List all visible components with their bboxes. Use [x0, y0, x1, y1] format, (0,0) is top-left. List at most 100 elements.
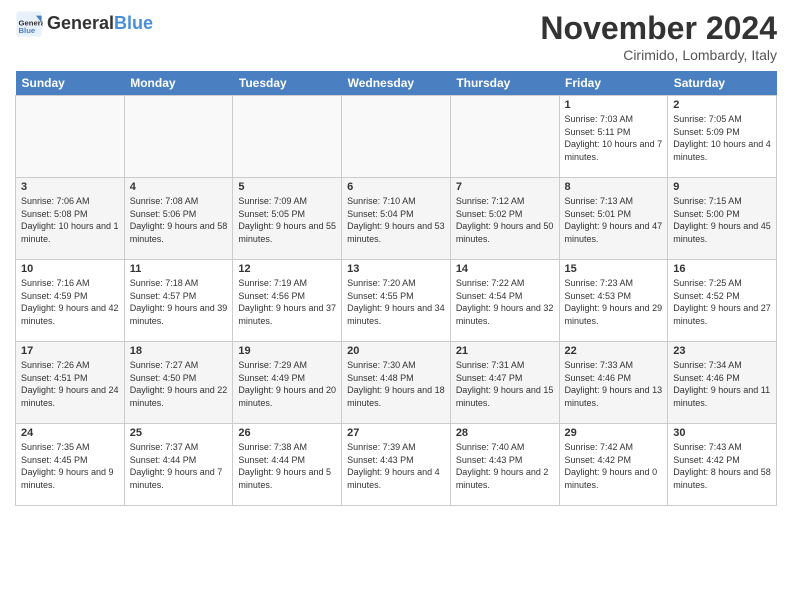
day-info: Sunrise: 7:10 AM Sunset: 5:04 PM Dayligh…	[347, 195, 445, 245]
day-number: 12	[238, 263, 336, 275]
day-number: 8	[565, 181, 663, 193]
calendar-cell: 2Sunrise: 7:05 AM Sunset: 5:09 PM Daylig…	[668, 96, 777, 178]
calendar-cell	[342, 96, 451, 178]
header-row: Sunday Monday Tuesday Wednesday Thursday…	[16, 71, 777, 96]
day-info: Sunrise: 7:31 AM Sunset: 4:47 PM Dayligh…	[456, 359, 554, 409]
calendar-cell: 16Sunrise: 7:25 AM Sunset: 4:52 PM Dayli…	[668, 260, 777, 342]
logo-icon: General Blue	[15, 10, 43, 38]
calendar-cell: 13 Sunrise: 7:20 AM Sunset: 4:55 PM Dayli…	[342, 260, 451, 342]
day-info: Sunrise: 7:20 AM Sunset: 4:55 PM Dayligh…	[347, 277, 445, 327]
day-info: Sunrise: 7:39 AM Sunset: 4:43 PM Dayligh…	[347, 441, 445, 491]
day-number: 26	[238, 427, 336, 439]
day-number: 4	[130, 181, 228, 193]
col-wednesday: Wednesday	[342, 71, 451, 96]
calendar-week-3: 10Sunrise: 7:16 AM Sunset: 4:59 PM Dayli…	[16, 260, 777, 342]
calendar-week-5: 24 Sunrise: 7:35 AM Sunset: 4:45 PM Dayli…	[16, 424, 777, 506]
main-container: General Blue GeneralBlue November 2024 C…	[0, 0, 792, 511]
calendar-table: Sunday Monday Tuesday Wednesday Thursday…	[15, 71, 777, 506]
day-number: 24	[21, 427, 119, 439]
calendar-cell: 30Sunrise: 7:43 AM Sunset: 4:42 PM Dayli…	[668, 424, 777, 506]
day-info: Sunrise: 7:35 AM Sunset: 4:45 PM Dayligh…	[21, 441, 119, 491]
day-info: Sunrise: 7:43 AM Sunset: 4:42 PM Dayligh…	[673, 441, 771, 491]
calendar-cell: 1 Sunrise: 7:03 AM Sunset: 5:11 PM Daylig…	[559, 96, 668, 178]
calendar-cell: 21 Sunrise: 7:31 AM Sunset: 4:47 PM Dayli…	[450, 342, 559, 424]
calendar-week-4: 17 Sunrise: 7:26 AM Sunset: 4:51 PM Dayli…	[16, 342, 777, 424]
calendar-cell: 15 Sunrise: 7:23 AM Sunset: 4:53 PM Dayli…	[559, 260, 668, 342]
calendar-week-1: 1 Sunrise: 7:03 AM Sunset: 5:11 PM Daylig…	[16, 96, 777, 178]
day-info: Sunrise: 7:23 AM Sunset: 4:53 PM Dayligh…	[565, 277, 663, 327]
day-info: Sunrise: 7:42 AM Sunset: 4:42 PM Dayligh…	[565, 441, 663, 491]
day-info: Sunrise: 7:05 AM Sunset: 5:09 PM Dayligh…	[673, 113, 771, 163]
day-info: Sunrise: 7:12 AM Sunset: 5:02 PM Dayligh…	[456, 195, 554, 245]
logo: General Blue GeneralBlue	[15, 10, 153, 38]
day-info: Sunrise: 7:40 AM Sunset: 4:43 PM Dayligh…	[456, 441, 554, 491]
calendar-cell	[16, 96, 125, 178]
day-number: 7	[456, 181, 554, 193]
day-number: 15	[565, 263, 663, 275]
day-number: 25	[130, 427, 228, 439]
calendar-cell: 3Sunrise: 7:06 AM Sunset: 5:08 PM Daylig…	[16, 178, 125, 260]
calendar-cell	[450, 96, 559, 178]
day-number: 23	[673, 345, 771, 357]
day-number: 17	[21, 345, 119, 357]
day-number: 1	[565, 99, 663, 111]
day-info: Sunrise: 7:08 AM Sunset: 5:06 PM Dayligh…	[130, 195, 228, 245]
calendar-cell: 17 Sunrise: 7:26 AM Sunset: 4:51 PM Dayli…	[16, 342, 125, 424]
calendar-cell: 12 Sunrise: 7:19 AM Sunset: 4:56 PM Dayli…	[233, 260, 342, 342]
day-info: Sunrise: 7:09 AM Sunset: 5:05 PM Dayligh…	[238, 195, 336, 245]
day-info: Sunrise: 7:22 AM Sunset: 4:54 PM Dayligh…	[456, 277, 554, 327]
calendar-cell: 26 Sunrise: 7:38 AM Sunset: 4:44 PM Dayli…	[233, 424, 342, 506]
day-info: Sunrise: 7:37 AM Sunset: 4:44 PM Dayligh…	[130, 441, 228, 491]
title-area: November 2024 Cirimido, Lombardy, Italy	[540, 10, 777, 63]
calendar-cell: 10Sunrise: 7:16 AM Sunset: 4:59 PM Dayli…	[16, 260, 125, 342]
day-number: 29	[565, 427, 663, 439]
month-title: November 2024	[540, 10, 777, 47]
day-number: 5	[238, 181, 336, 193]
calendar-cell: 18 Sunrise: 7:27 AM Sunset: 4:50 PM Dayli…	[124, 342, 233, 424]
day-info: Sunrise: 7:19 AM Sunset: 4:56 PM Dayligh…	[238, 277, 336, 327]
day-info: Sunrise: 7:18 AM Sunset: 4:57 PM Dayligh…	[130, 277, 228, 327]
calendar-cell: 5 Sunrise: 7:09 AM Sunset: 5:05 PM Daylig…	[233, 178, 342, 260]
calendar-cell: 8 Sunrise: 7:13 AM Sunset: 5:01 PM Daylig…	[559, 178, 668, 260]
day-info: Sunrise: 7:29 AM Sunset: 4:49 PM Dayligh…	[238, 359, 336, 409]
calendar-cell: 23 Sunrise: 7:34 AM Sunset: 4:46 PM Dayli…	[668, 342, 777, 424]
col-friday: Friday	[559, 71, 668, 96]
day-info: Sunrise: 7:25 AM Sunset: 4:52 PM Dayligh…	[673, 277, 771, 327]
day-number: 20	[347, 345, 445, 357]
day-info: Sunrise: 7:16 AM Sunset: 4:59 PM Dayligh…	[21, 277, 119, 327]
logo-text: GeneralBlue	[47, 14, 153, 34]
day-number: 22	[565, 345, 663, 357]
calendar-cell: 24 Sunrise: 7:35 AM Sunset: 4:45 PM Dayli…	[16, 424, 125, 506]
col-sunday: Sunday	[16, 71, 125, 96]
calendar-cell: 7 Sunrise: 7:12 AM Sunset: 5:02 PM Daylig…	[450, 178, 559, 260]
calendar-week-2: 3Sunrise: 7:06 AM Sunset: 5:08 PM Daylig…	[16, 178, 777, 260]
day-info: Sunrise: 7:34 AM Sunset: 4:46 PM Dayligh…	[673, 359, 771, 409]
day-info: Sunrise: 7:26 AM Sunset: 4:51 PM Dayligh…	[21, 359, 119, 409]
day-info: Sunrise: 7:15 AM Sunset: 5:00 PM Dayligh…	[673, 195, 771, 245]
calendar-cell: 20Sunrise: 7:30 AM Sunset: 4:48 PM Dayli…	[342, 342, 451, 424]
calendar-cell	[124, 96, 233, 178]
day-info: Sunrise: 7:38 AM Sunset: 4:44 PM Dayligh…	[238, 441, 336, 491]
day-info: Sunrise: 7:27 AM Sunset: 4:50 PM Dayligh…	[130, 359, 228, 409]
day-number: 19	[238, 345, 336, 357]
calendar-cell: 27 Sunrise: 7:39 AM Sunset: 4:43 PM Dayli…	[342, 424, 451, 506]
calendar-cell: 22 Sunrise: 7:33 AM Sunset: 4:46 PM Dayli…	[559, 342, 668, 424]
day-number: 21	[456, 345, 554, 357]
day-info: Sunrise: 7:13 AM Sunset: 5:01 PM Dayligh…	[565, 195, 663, 245]
calendar-cell: 14Sunrise: 7:22 AM Sunset: 4:54 PM Dayli…	[450, 260, 559, 342]
calendar-cell: 6Sunrise: 7:10 AM Sunset: 5:04 PM Daylig…	[342, 178, 451, 260]
day-info: Sunrise: 7:03 AM Sunset: 5:11 PM Dayligh…	[565, 113, 663, 163]
col-thursday: Thursday	[450, 71, 559, 96]
day-number: 18	[130, 345, 228, 357]
day-number: 13	[347, 263, 445, 275]
day-number: 27	[347, 427, 445, 439]
col-tuesday: Tuesday	[233, 71, 342, 96]
day-info: Sunrise: 7:06 AM Sunset: 5:08 PM Dayligh…	[21, 195, 119, 245]
calendar-cell: 29 Sunrise: 7:42 AM Sunset: 4:42 PM Dayli…	[559, 424, 668, 506]
calendar-cell	[233, 96, 342, 178]
calendar-cell: 11 Sunrise: 7:18 AM Sunset: 4:57 PM Dayli…	[124, 260, 233, 342]
calendar-cell: 28Sunrise: 7:40 AM Sunset: 4:43 PM Dayli…	[450, 424, 559, 506]
day-number: 11	[130, 263, 228, 275]
day-info: Sunrise: 7:33 AM Sunset: 4:46 PM Dayligh…	[565, 359, 663, 409]
day-number: 9	[673, 181, 771, 193]
